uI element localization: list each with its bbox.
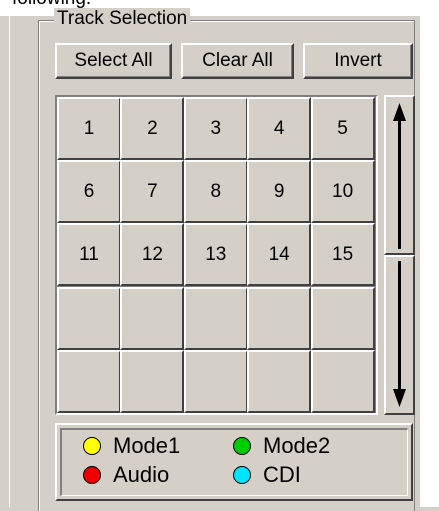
track-cell-11[interactable]: 11: [57, 223, 121, 287]
track-cell-empty[interactable]: [247, 349, 312, 413]
mode-legend: Mode1 Mode2 Audio CDI: [55, 423, 413, 501]
track-cell-10[interactable]: 10: [310, 160, 375, 224]
track-cell-empty[interactable]: [120, 349, 185, 413]
track-cell-15[interactable]: 15: [310, 223, 375, 287]
track-cell-7[interactable]: 7: [120, 160, 185, 224]
track-cell-empty[interactable]: [310, 286, 375, 350]
track-cell-13[interactable]: 13: [183, 223, 248, 287]
track-cell-4[interactable]: 4: [247, 97, 312, 160]
track-cell-2[interactable]: 2: [120, 97, 185, 160]
green-dot-icon: [233, 437, 251, 455]
left-border-line: [9, 0, 10, 507]
track-cell-empty[interactable]: [120, 286, 185, 350]
track-cell-empty[interactable]: [57, 286, 121, 350]
track-cell-6[interactable]: 6: [57, 160, 121, 224]
right-margin: [420, 0, 439, 507]
legend-label: CDI: [263, 462, 301, 487]
select-all-button[interactable]: Select All: [55, 43, 172, 79]
legend-item-mode1: Mode1: [83, 433, 180, 459]
scroll-down-button[interactable]: [384, 255, 415, 415]
track-cell-12[interactable]: 12: [120, 223, 185, 287]
cyan-dot-icon: [233, 466, 251, 484]
track-cell-empty[interactable]: [183, 349, 248, 413]
legend-label: Mode1: [113, 433, 181, 458]
up-arrow-icon: [393, 103, 406, 249]
track-cell-1[interactable]: 1: [57, 97, 121, 160]
track-cell-5[interactable]: 5: [310, 97, 375, 160]
track-cell-empty[interactable]: [310, 349, 375, 413]
clear-all-button[interactable]: Clear All: [181, 43, 294, 79]
invert-button[interactable]: Invert: [303, 43, 413, 79]
yellow-dot-icon: [83, 437, 101, 455]
scroll-up-button[interactable]: [384, 95, 415, 255]
track-cell-14[interactable]: 14: [247, 223, 312, 287]
legend-item-mode2: Mode2: [233, 433, 330, 459]
down-arrow-icon: [393, 261, 406, 407]
track-cell-8[interactable]: 8: [183, 160, 248, 224]
track-cell-empty[interactable]: [183, 286, 248, 350]
track-cell-9[interactable]: 9: [247, 160, 312, 224]
legend-item-audio: Audio: [83, 462, 169, 488]
legend-label: Audio: [113, 462, 170, 487]
track-cell-empty[interactable]: [57, 349, 121, 413]
legend-item-cdi: CDI: [233, 462, 301, 488]
legend-label: Mode2: [263, 433, 331, 458]
track-grid: 1 2 3 4 5 6 7 8 9 10 11 12 13 14 15: [55, 95, 378, 415]
group-title: Track Selection: [54, 8, 191, 30]
track-cell-empty[interactable]: [247, 286, 312, 350]
track-cell-3[interactable]: 3: [183, 97, 248, 160]
red-dot-icon: [83, 466, 101, 484]
